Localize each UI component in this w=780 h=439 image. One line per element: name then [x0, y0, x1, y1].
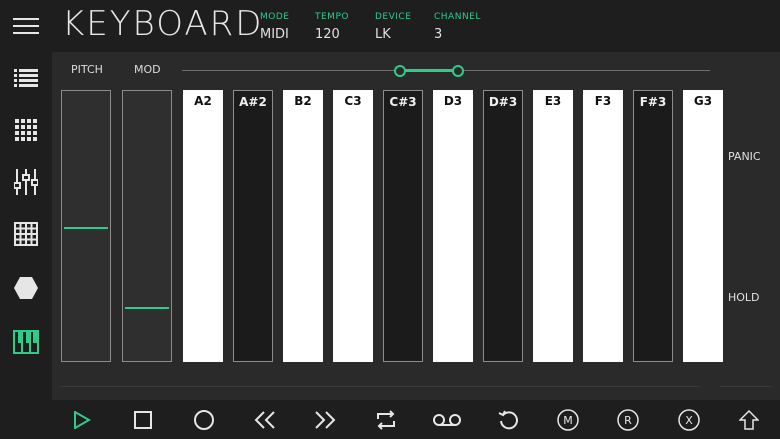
- rewind-icon[interactable]: [245, 400, 285, 439]
- key-label: A2: [194, 94, 212, 108]
- piano-key-black[interactable]: D#3: [483, 90, 523, 362]
- piano-key-black[interactable]: A#2: [233, 90, 273, 362]
- octave-range-selection: [400, 69, 456, 72]
- key-label: E3: [544, 94, 562, 108]
- device-value[interactable]: LK: [375, 27, 391, 42]
- r-label: R: [624, 414, 632, 427]
- piano-keyboard-icon[interactable]: [0, 316, 52, 368]
- key-label: C3: [344, 94, 362, 108]
- hexagon-icon[interactable]: [0, 262, 52, 314]
- piano-key-white[interactable]: E3: [533, 90, 573, 362]
- m-label: M: [563, 414, 573, 427]
- sidebar: [0, 0, 52, 439]
- x-circle-icon[interactable]: X: [669, 400, 709, 439]
- piano-key-white[interactable]: D3: [433, 90, 473, 362]
- hamburger-menu-icon[interactable]: [0, 0, 52, 52]
- r-circle-icon[interactable]: R: [608, 400, 648, 439]
- stop-icon[interactable]: [123, 400, 163, 439]
- tempo-value[interactable]: 120: [315, 27, 340, 42]
- mixer-sliders-icon[interactable]: [0, 156, 52, 208]
- mod-level-indicator: [125, 307, 169, 310]
- divider: [720, 386, 772, 387]
- record-circle-icon[interactable]: [184, 400, 224, 439]
- piano-key-white[interactable]: F3: [583, 90, 623, 362]
- header: KEYBOARD MODE MIDI TEMPO 120 DEVICE LK C…: [52, 0, 780, 53]
- x-label: X: [685, 414, 693, 427]
- key-label: F#3: [639, 95, 667, 109]
- piano-key-black[interactable]: F#3: [633, 90, 673, 362]
- undo-icon[interactable]: [488, 400, 528, 439]
- list-icon[interactable]: [0, 52, 52, 104]
- piano-key-white[interactable]: B2: [283, 90, 323, 362]
- pitch-bend-slider[interactable]: [61, 90, 111, 362]
- mode-label: MODE: [260, 12, 290, 22]
- panic-button[interactable]: PANIC: [728, 150, 761, 163]
- mode-value[interactable]: MIDI: [260, 27, 289, 42]
- fast-forward-icon[interactable]: [305, 400, 345, 439]
- transport-bar: M R X: [0, 400, 780, 439]
- pitch-label: PITCH: [71, 63, 103, 76]
- mod-label: MOD: [134, 63, 161, 76]
- key-label: D3: [443, 94, 463, 108]
- pitch-level-indicator: [64, 227, 108, 229]
- device-label: DEVICE: [375, 12, 412, 22]
- mod-wheel-slider[interactable]: [122, 90, 172, 362]
- key-label: C#3: [389, 95, 417, 109]
- grid-dense-icon[interactable]: [0, 104, 52, 156]
- range-handle-right[interactable]: [452, 65, 464, 77]
- key-label: B2: [294, 94, 312, 108]
- piano-key-white[interactable]: C3: [333, 90, 373, 362]
- key-label: A#2: [239, 95, 267, 109]
- loop-icon[interactable]: [366, 400, 406, 439]
- keyboard-panel: PITCH MOD A2 A#2 B2 C3 C#3 D3 D#3 E3 F3 F#3 G3 PAN…: [52, 52, 780, 400]
- key-label: F3: [594, 94, 612, 108]
- page-title: KEYBOARD: [62, 4, 264, 44]
- piano-key-white[interactable]: G3: [683, 90, 723, 362]
- key-label: D#3: [488, 95, 518, 109]
- key-label: G3: [693, 94, 713, 108]
- m-circle-icon[interactable]: M: [548, 400, 588, 439]
- piano-key-white[interactable]: A2: [183, 90, 223, 362]
- hold-button[interactable]: HOLD: [728, 291, 760, 304]
- channel-value[interactable]: 3: [434, 27, 442, 42]
- piano-key-black[interactable]: C#3: [383, 90, 423, 362]
- tempo-label: TEMPO: [315, 12, 349, 22]
- grid-icon[interactable]: [0, 208, 52, 260]
- tape-icon[interactable]: [427, 400, 467, 439]
- play-icon[interactable]: [62, 400, 102, 439]
- channel-label: CHANNEL: [434, 12, 481, 22]
- range-handle-left[interactable]: [394, 65, 406, 77]
- shift-arrow-icon[interactable]: [729, 400, 769, 439]
- divider: [60, 386, 700, 387]
